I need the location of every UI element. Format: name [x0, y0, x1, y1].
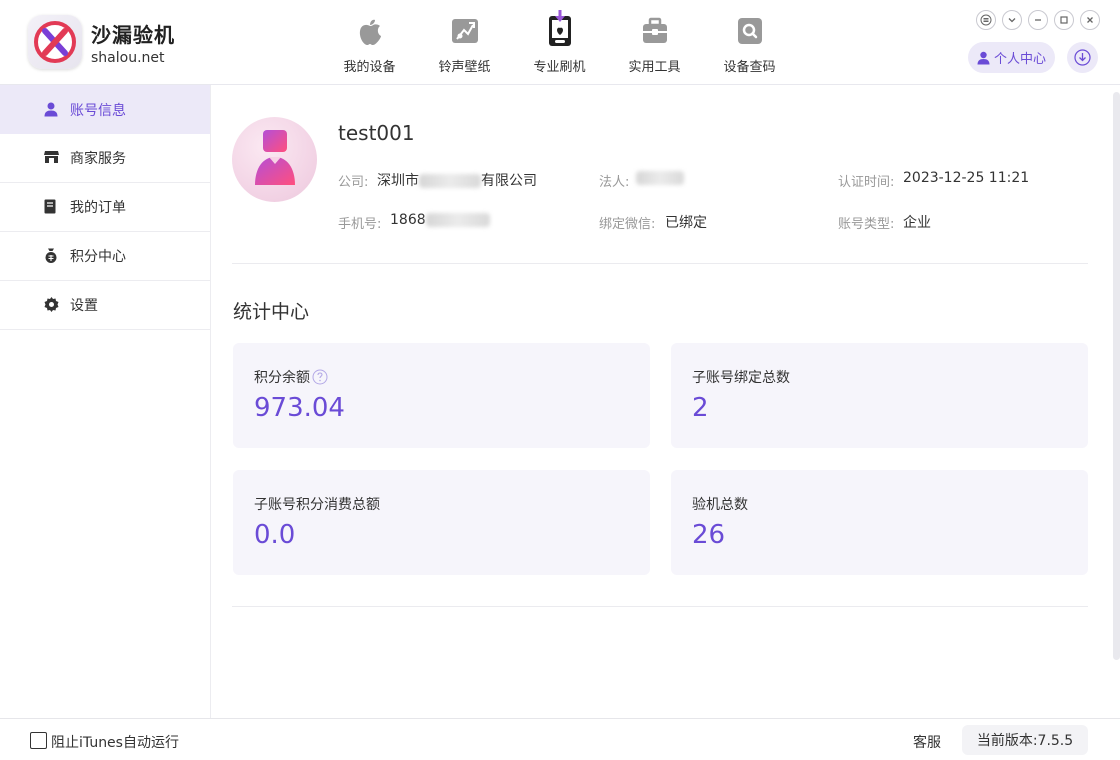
stat-label: 验机总数 [692, 497, 748, 513]
nav-label: 实用工具 [628, 60, 681, 75]
download-icon [1074, 49, 1091, 66]
nav-tools[interactable]: 实用工具 [607, 0, 702, 85]
window-controls [976, 10, 1100, 30]
account-type-value: 企业 [903, 215, 931, 231]
avatar [232, 117, 317, 202]
company-value: 深圳市 有限公司 [377, 173, 537, 189]
divider [232, 263, 1088, 264]
app-url: shalou.net [91, 50, 165, 66]
phone-value: 1868 [390, 212, 490, 228]
top-nav: 我的设备 铃声壁纸 专业刷机 实用工具 设备查码 [322, 0, 797, 85]
nav-my-devices[interactable]: 我的设备 [322, 0, 417, 85]
username: test001 [338, 121, 415, 145]
stat-card-inspection-count: 验机总数 26 [671, 470, 1088, 575]
menu-icon [980, 14, 992, 26]
flash-icon [546, 10, 574, 48]
wechat-value: 已绑定 [665, 215, 707, 231]
order-icon [44, 199, 60, 215]
legal-person-value [636, 170, 684, 186]
wallpaper-icon [451, 14, 479, 48]
cert-time-value: 2023-12-25 11:21 [903, 170, 1030, 186]
user-icon [977, 51, 990, 64]
chevron-down-icon [1008, 18, 1016, 23]
stat-label: 子账号绑定总数 [692, 370, 790, 386]
collapse-button[interactable] [1002, 10, 1022, 30]
user-center-button[interactable]: 个人中心 [968, 42, 1055, 73]
sidebar-item-label: 我的订单 [70, 200, 126, 216]
nav-label: 铃声壁纸 [438, 60, 491, 75]
nav-label: 我的设备 [343, 60, 396, 75]
stat-card-sub-account-count: 子账号绑定总数 2 [671, 343, 1088, 448]
stat-label: 积分余额 [254, 367, 328, 387]
gear-icon [44, 297, 60, 313]
stat-label: 子账号积分消费总额 [254, 497, 380, 513]
stats-title: 统计中心 [233, 301, 310, 323]
sidebar-item-label: 积分中心 [70, 249, 126, 265]
sidebar-item-label: 商家服务 [70, 151, 126, 167]
sidebar-item-points-center[interactable]: 积分中心 [0, 232, 210, 281]
redacted-block [419, 174, 481, 188]
version-badge: 当前版本:7.5.5 [962, 725, 1088, 755]
nav-ringtone-wallpaper[interactable]: 铃声壁纸 [417, 0, 512, 85]
sidebar-item-account-info[interactable]: 账号信息 [0, 85, 210, 134]
apple-icon [356, 14, 384, 48]
main-content: test001 公司: 深圳市 有限公司 法人: 认证时间: 2023-12-25… [212, 85, 1108, 718]
redacted-block [636, 171, 684, 185]
nav-label: 专业刷机 [533, 60, 586, 75]
sidebar-item-my-orders[interactable]: 我的订单 [0, 183, 210, 232]
maximize-button[interactable] [1054, 10, 1074, 30]
menu-button[interactable] [976, 10, 996, 30]
maximize-icon [1060, 16, 1068, 24]
stat-value: 26 [692, 520, 726, 550]
support-link[interactable]: 客服 [913, 732, 941, 752]
title-bar: 沙漏验机 shalou.net 我的设备 铃声壁纸 专业刷机 实用工具 设备查码… [0, 0, 1120, 85]
nav-device-lookup[interactable]: 设备查码 [702, 0, 797, 85]
close-icon [1087, 17, 1093, 23]
sidebar-item-merchant-service[interactable]: 商家服务 [0, 134, 210, 183]
scrollbar[interactable] [1113, 92, 1120, 660]
account-type-label: 账号类型: [838, 217, 895, 232]
divider [232, 606, 1088, 607]
stat-card-points-balance: 积分余额 973.04 [233, 343, 650, 448]
wechat-label: 绑定微信: [599, 217, 656, 232]
cert-time-label: 认证时间: [838, 175, 895, 190]
help-icon[interactable] [312, 369, 328, 385]
store-icon [44, 150, 60, 166]
toolbox-icon [641, 14, 669, 48]
stat-value: 0.0 [254, 520, 296, 550]
brand: 沙漏验机 shalou.net [28, 15, 218, 71]
app-name: 沙漏验机 [91, 23, 175, 47]
minimize-button[interactable] [1028, 10, 1048, 30]
company-label: 公司: [338, 175, 369, 190]
app-logo [28, 15, 82, 69]
block-itunes-label[interactable]: 阻止iTunes自动运行 [51, 732, 179, 752]
download-button[interactable] [1067, 42, 1098, 73]
sidebar-item-label: 设置 [70, 298, 98, 314]
block-itunes-checkbox[interactable] [30, 732, 47, 749]
sidebar: 账号信息 商家服务 我的订单 积分中心 设置 [0, 85, 211, 718]
minimize-icon [1035, 19, 1041, 21]
sidebar-item-settings[interactable]: 设置 [0, 281, 210, 330]
status-bar: 阻止iTunes自动运行 客服 当前版本:7.5.5 [0, 718, 1120, 760]
user-avatar-icon [255, 130, 295, 185]
nav-label: 设备查码 [723, 60, 776, 75]
stat-card-sub-account-spend: 子账号积分消费总额 0.0 [233, 470, 650, 575]
stat-value: 2 [692, 393, 709, 423]
phone-label: 手机号: [338, 217, 382, 232]
search-device-icon [736, 14, 764, 48]
redacted-block [425, 213, 490, 227]
stat-value: 973.04 [254, 393, 345, 423]
user-center-label: 个人中心 [993, 52, 1046, 67]
user-icon [44, 102, 60, 118]
sidebar-item-label: 账号信息 [70, 102, 126, 119]
close-button[interactable] [1080, 10, 1100, 30]
nav-pro-flash[interactable]: 专业刷机 [512, 0, 607, 85]
points-icon [44, 248, 60, 264]
legal-person-label: 法人: [599, 175, 630, 190]
